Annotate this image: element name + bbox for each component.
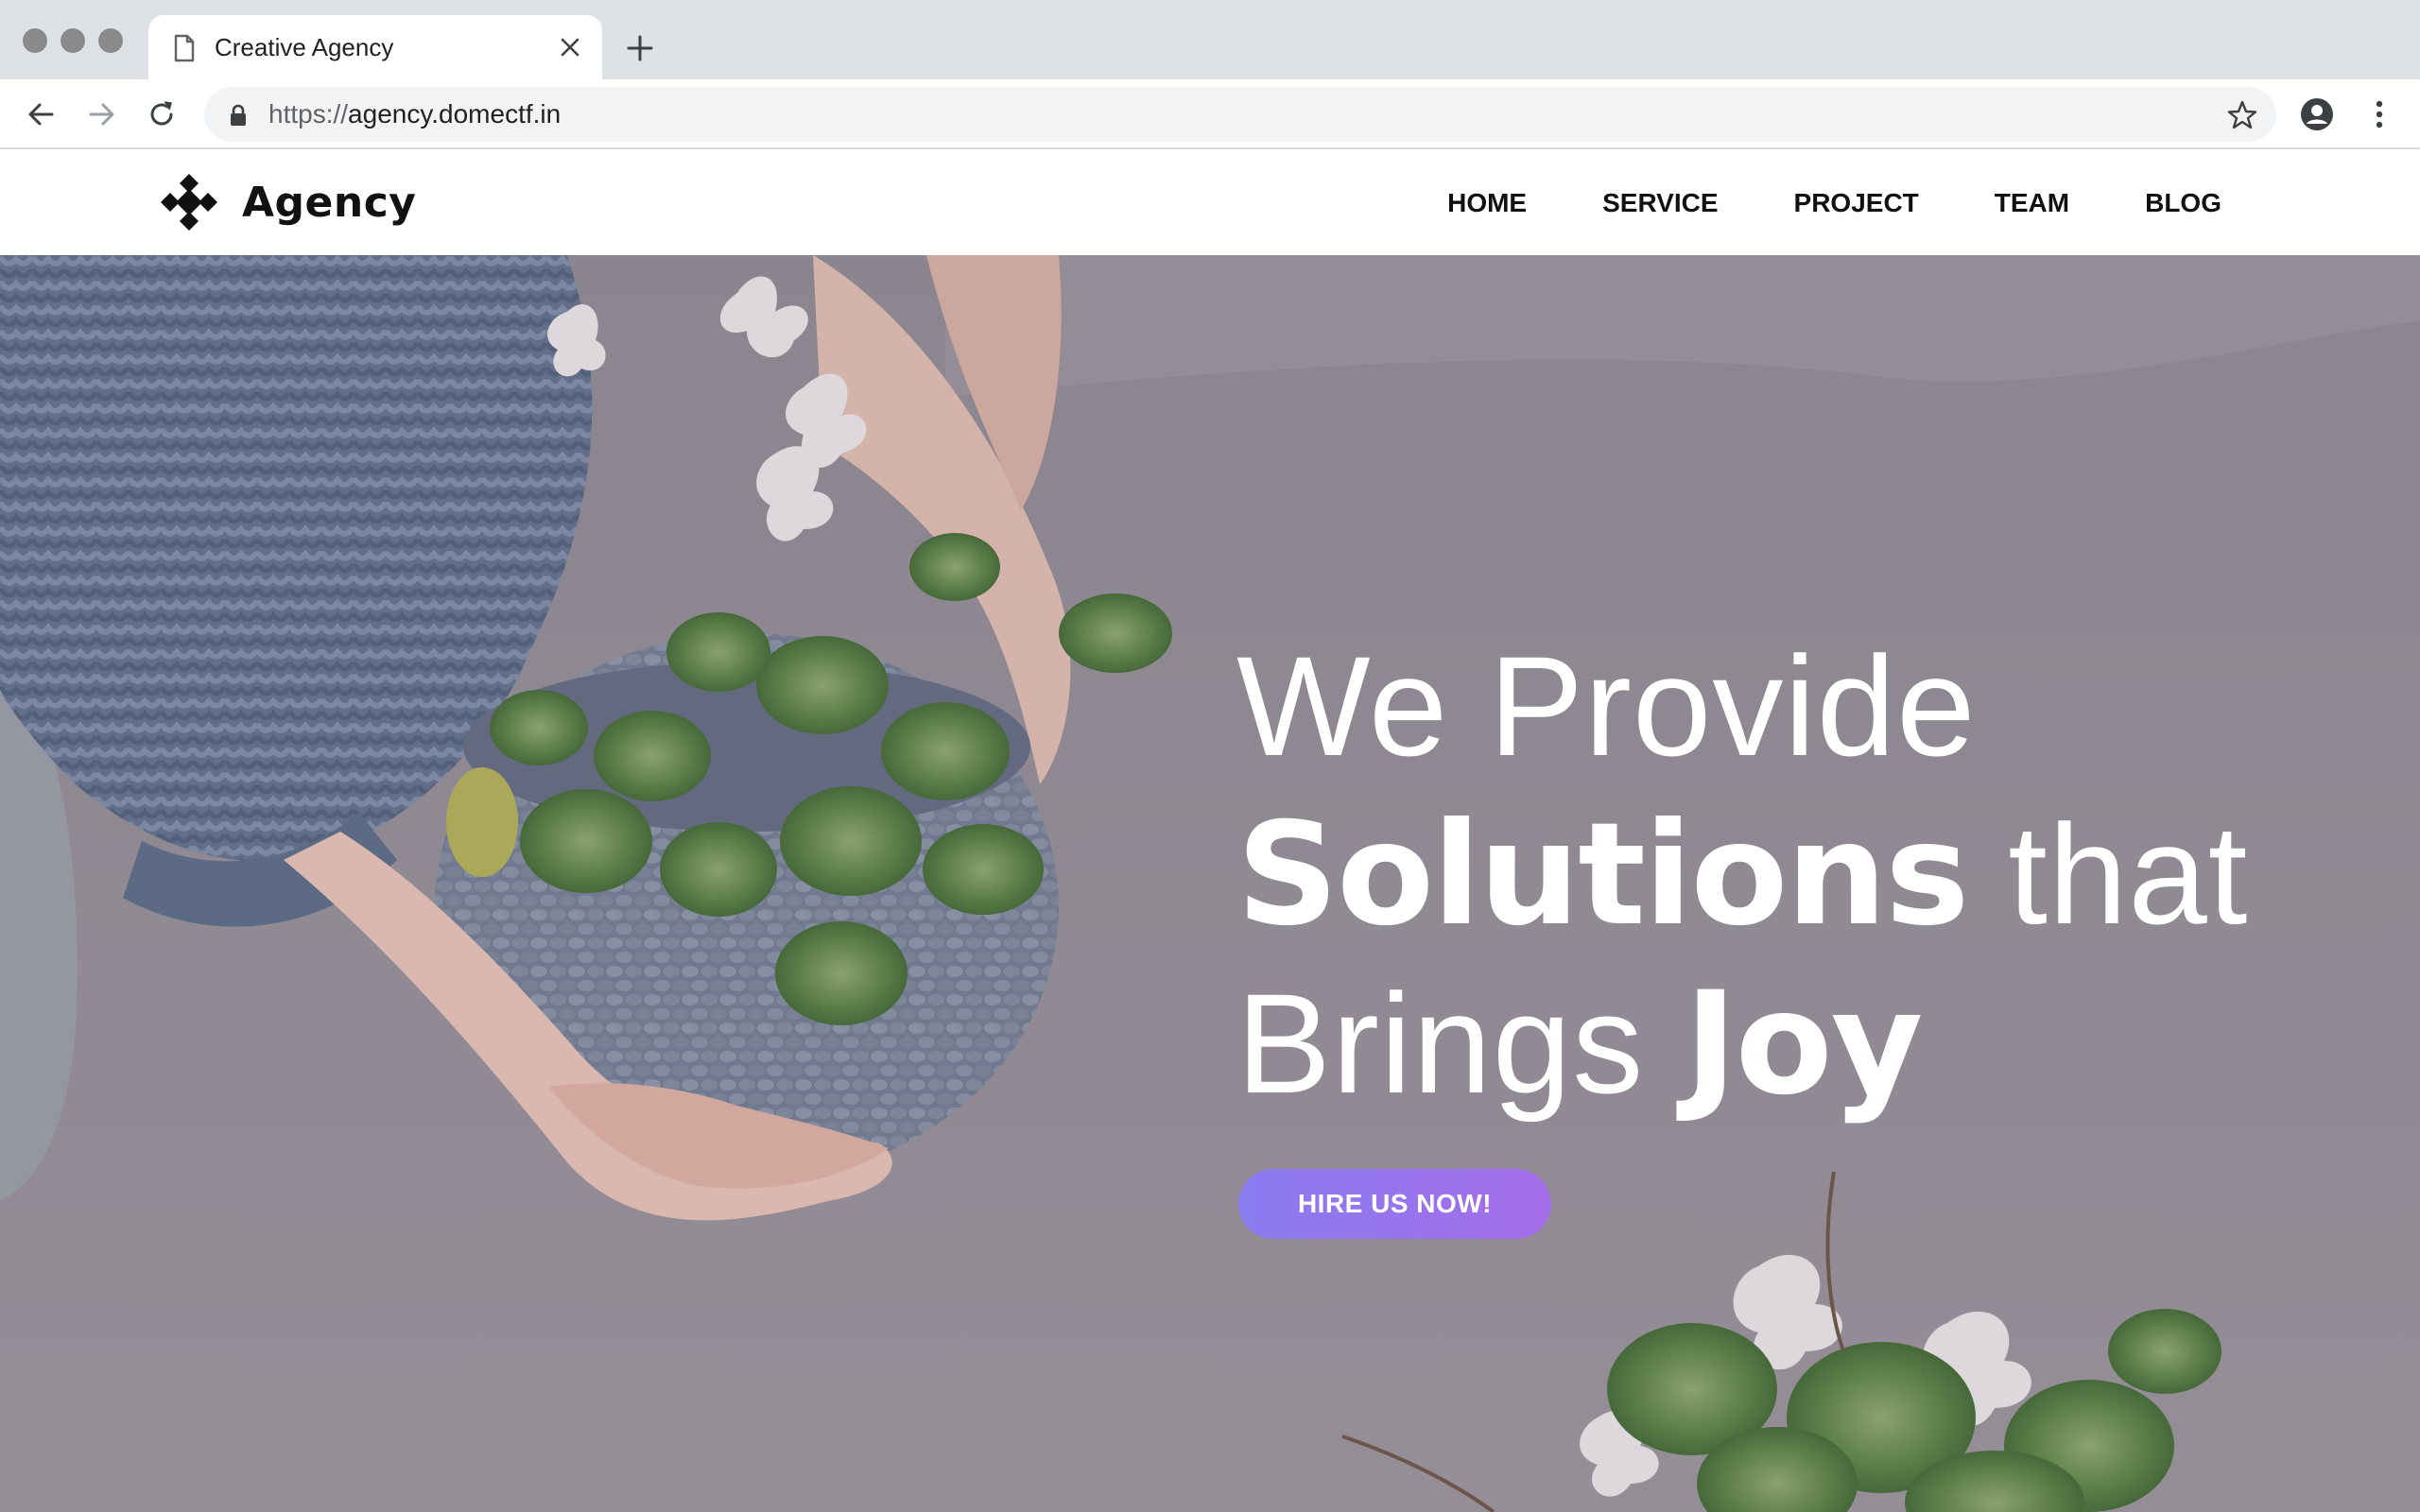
site-header: Agency HOME SERVICE PROJECT TEAM BLOG [0,149,2420,255]
main-nav: HOME SERVICE PROJECT TEAM BLOG [1447,185,2221,221]
hire-us-button[interactable]: HIRE US NOW! [1238,1169,1551,1239]
window-zoom-dot[interactable] [98,28,123,53]
nav-project[interactable]: PROJECT [1794,185,1919,221]
nav-team[interactable]: TEAM [1995,185,2069,221]
headline-line-2: Solutions that [1236,790,2352,959]
hire-us-label: HIRE US NOW! [1297,1189,1493,1218]
account-circle-icon[interactable] [2299,96,2335,132]
brand-name: Agency [242,178,417,227]
address-bar[interactable]: https://agency.domectf.in [204,87,2276,142]
headline-solutions: Solutions [1236,793,1970,957]
browser-tab-active[interactable]: Creative Agency [148,15,602,79]
nav-blog[interactable]: BLOG [2145,185,2221,221]
brand-link[interactable]: Agency [159,172,416,232]
headline-line-3: Brings Joy [1236,959,2352,1128]
nav-service[interactable]: SERVICE [1602,185,1718,221]
four-diamond-logo-icon [161,174,217,231]
headline-joy: Joy [1684,962,1924,1126]
browser-toolbar: https://agency.domectf.in [0,79,2420,149]
headline-brings: Brings [1236,964,1685,1123]
browser-tabstrip: Creative Agency [0,0,2420,79]
hero-section: We Provide Solutions that Brings Joy HIR… [0,255,2420,1512]
hero-headline: We Provide Solutions that Brings Joy [1236,622,2352,1128]
arrow-left-icon[interactable] [24,96,60,132]
arrow-right-icon[interactable] [83,96,119,132]
lock-icon [231,104,246,126]
window-close-dot[interactable] [23,28,47,53]
tab-title: Creative Agency [215,33,394,61]
kebab-menu-icon[interactable] [2363,96,2395,132]
headline-line-1: We Provide [1236,627,1977,785]
window-minimize-dot[interactable] [60,28,85,53]
page-icon [174,34,195,62]
nav-home[interactable]: HOME [1447,185,1527,221]
reload-icon[interactable] [144,96,180,132]
headline-that: that [1967,795,2249,954]
plus-icon[interactable] [624,32,656,64]
close-icon[interactable] [557,34,583,60]
url-text[interactable]: https://agency.domectf.in [268,98,561,130]
star-icon[interactable] [2225,98,2259,132]
